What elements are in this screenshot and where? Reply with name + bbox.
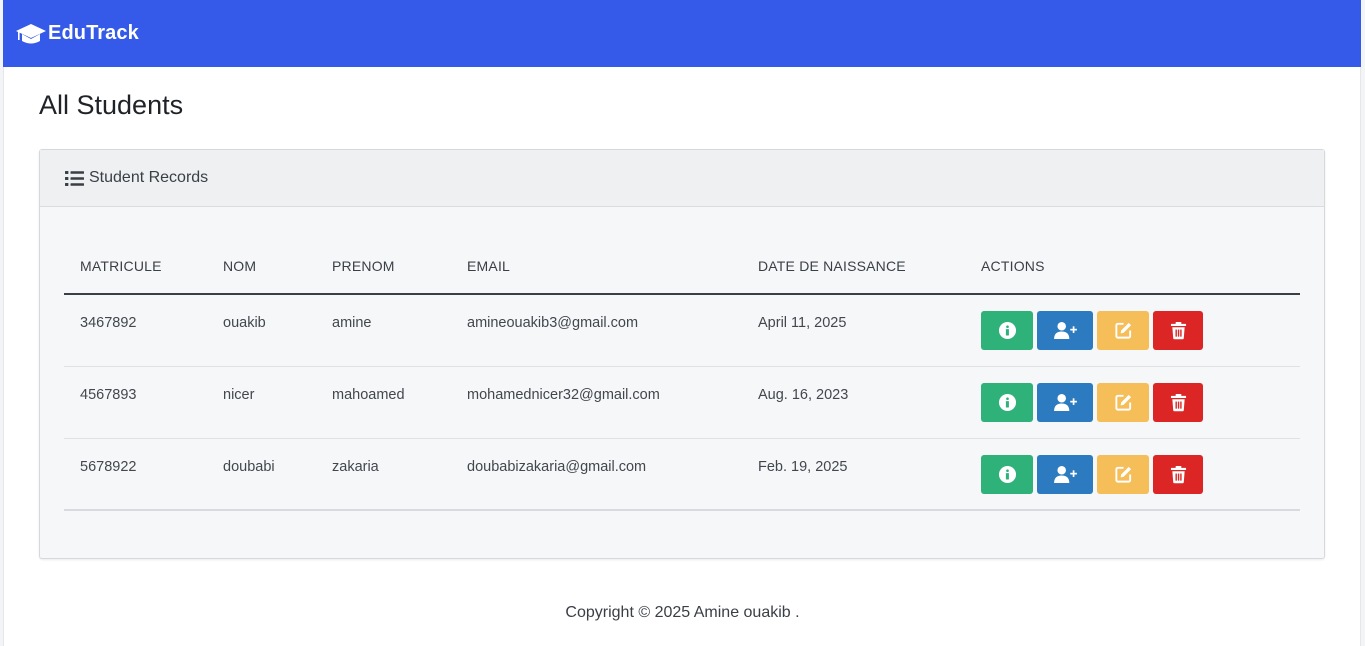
cell-actions [965, 294, 1300, 367]
cell-date: Aug. 16, 2023 [742, 366, 965, 439]
footer-copyright: Copyright © 2025 Amine ouakib . [565, 604, 800, 621]
header-prenom: PRENOM [316, 238, 451, 295]
edit-icon [1114, 466, 1131, 483]
cell-nom: doubabi [207, 438, 316, 511]
cell-nom: ouakib [207, 294, 316, 367]
user-plus-icon [1053, 321, 1077, 340]
table-row: 5678922 doubabi zakaria doubabizakaria@g… [64, 438, 1300, 511]
edit-button[interactable] [1097, 311, 1149, 350]
cell-date: Feb. 19, 2025 [742, 438, 965, 511]
header-date-de-naissance: DATE DE NAISSANCE [742, 238, 965, 295]
info-button[interactable] [981, 311, 1033, 350]
info-button[interactable] [981, 382, 1033, 422]
info-circle-icon [998, 393, 1016, 411]
add-user-button[interactable] [1037, 454, 1093, 494]
graduation-cap-icon [16, 23, 46, 43]
info-circle-icon [998, 321, 1016, 340]
list-icon [65, 170, 84, 186]
cell-prenom: amine [316, 294, 451, 367]
edit-icon [1114, 322, 1131, 339]
table-row: 3467892 ouakib amine amineouakib3@gmail.… [64, 294, 1300, 367]
add-user-button[interactable] [1037, 382, 1093, 422]
table-row: 4567893 nicer mahoamed mohamednicer32@gm… [64, 366, 1300, 439]
info-circle-icon [998, 465, 1016, 483]
navbar: EduTrack [3, 0, 1361, 67]
info-button[interactable] [981, 454, 1033, 494]
card-title: Student Records [89, 169, 209, 186]
cell-matricule: 3467892 [64, 294, 207, 367]
student-table: MATRICULE NOM PRENOM EMAIL DATE DE NAISS… [64, 238, 1300, 511]
card-header: Student Records [40, 150, 1324, 207]
trash-icon [1170, 393, 1186, 411]
header-actions: ACTIONS [965, 238, 1300, 295]
header-matricule: MATRICULE [64, 238, 207, 295]
brand-link[interactable]: EduTrack [15, 22, 139, 46]
cell-nom: nicer [207, 366, 316, 439]
user-plus-icon [1053, 393, 1077, 411]
cell-prenom: zakaria [316, 438, 451, 511]
edit-icon [1114, 394, 1131, 411]
cell-actions [965, 438, 1300, 511]
cell-actions [965, 366, 1300, 439]
trash-icon [1170, 322, 1186, 340]
add-user-button[interactable] [1037, 311, 1093, 350]
cell-prenom: mahoamed [316, 366, 451, 439]
cell-date: April 11, 2025 [742, 294, 965, 367]
delete-button[interactable] [1153, 454, 1203, 494]
cell-email: doubabizakaria@gmail.com [451, 438, 742, 511]
header-nom: NOM [207, 238, 316, 295]
delete-button[interactable] [1153, 311, 1203, 350]
brand-name: EduTrack [48, 22, 139, 44]
user-plus-icon [1053, 465, 1077, 483]
cell-email: amineouakib3@gmail.com [451, 294, 742, 367]
cell-email: mohamednicer32@gmail.com [451, 366, 742, 439]
edit-button[interactable] [1097, 382, 1149, 422]
student-records-card: Student Records MATRICULE NOM PRENOM EMA… [39, 149, 1325, 559]
cell-matricule: 5678922 [64, 438, 207, 511]
edit-button[interactable] [1097, 454, 1149, 494]
header-email: EMAIL [451, 238, 742, 295]
delete-button[interactable] [1153, 382, 1203, 422]
cell-matricule: 4567893 [64, 366, 207, 439]
page-title: All Students [39, 90, 184, 120]
table-header-row: MATRICULE NOM PRENOM EMAIL DATE DE NAISS… [64, 238, 1300, 295]
trash-icon [1170, 465, 1186, 483]
